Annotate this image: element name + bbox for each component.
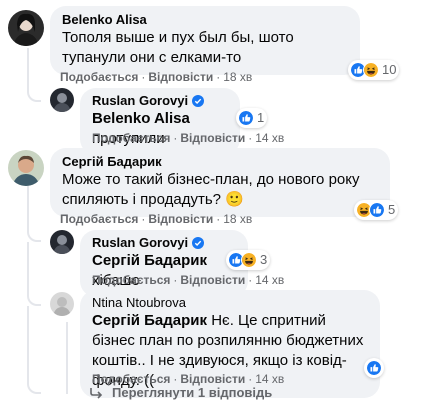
comment-time[interactable]: 18 хв <box>223 70 252 84</box>
avatar-image <box>50 88 74 112</box>
haha-icon <box>241 252 257 268</box>
thread-line <box>27 48 29 90</box>
comment-author[interactable]: Belenko Alisa <box>62 12 348 28</box>
comment-actions: Подобається · Відповісти · 14 хв <box>92 130 284 146</box>
comment-time[interactable]: 18 хв <box>223 212 252 226</box>
comment-actions: Подобається · Відповісти · 18 хв <box>60 211 252 227</box>
like-button[interactable]: Подобається <box>60 70 138 84</box>
comment-bubble: Belenko Alisa Тополя выше и пух был бы, … <box>50 6 360 75</box>
like-button[interactable]: Подобається <box>92 372 170 386</box>
avatar-image <box>50 292 74 316</box>
separator: · <box>216 212 221 226</box>
reply-button[interactable]: Відповісти <box>148 212 213 226</box>
like-icon <box>238 110 254 126</box>
separator: · <box>216 70 221 84</box>
thread-line <box>27 306 29 382</box>
author-name[interactable]: Ruslan Gorovyi <box>92 93 188 109</box>
smile-emoji-icon: 🙂 <box>225 191 244 208</box>
comment-actions: Подобається · Відповісти · 14 хв <box>92 272 284 288</box>
separator: · <box>173 131 178 145</box>
separator: · <box>173 372 178 386</box>
reply-button[interactable]: Відповісти <box>148 70 213 84</box>
avatar[interactable] <box>8 10 44 46</box>
comment-time[interactable]: 14 хв <box>255 273 284 287</box>
view-replies-label: Переглянути 1 відповідь <box>112 385 273 400</box>
comment-text: Тополя выше и пух был бы, шото тупанули … <box>62 29 294 66</box>
mention-link[interactable]: Belenko Alisa <box>92 110 190 127</box>
verified-badge-icon <box>192 237 205 249</box>
separator: · <box>141 70 146 84</box>
view-replies-link[interactable]: Переглянути 1 відповідь <box>90 385 272 400</box>
thread-line <box>66 322 68 394</box>
reaction-summary[interactable]: 10 <box>348 60 400 80</box>
like-icon <box>366 360 382 376</box>
thread-curve <box>27 228 41 242</box>
comment-author[interactable]: Ruslan Gorovyi <box>92 235 236 251</box>
separator: · <box>141 212 146 226</box>
separator: · <box>248 273 253 287</box>
comment-bubble: Сергій Бадарик Може то такий бізнес-план… <box>50 148 390 217</box>
comment-actions: Подобається · Відповісти · 18 хв <box>60 69 252 85</box>
reaction-summary[interactable]: 1 <box>236 108 268 128</box>
verified-badge-icon <box>192 95 205 107</box>
avatar[interactable] <box>50 230 74 254</box>
reaction-count: 3 <box>260 252 268 267</box>
avatar-image <box>50 230 74 254</box>
avatar[interactable] <box>50 292 74 316</box>
reaction-count: 10 <box>382 62 397 77</box>
like-button[interactable]: Подобається <box>92 273 170 287</box>
thread-curve <box>27 88 41 102</box>
author-name[interactable]: Ruslan Gorovyi <box>92 235 188 251</box>
like-button[interactable]: Подобається <box>60 212 138 226</box>
reaction-count: 1 <box>257 110 265 125</box>
haha-icon <box>363 62 379 78</box>
reaction-summary[interactable]: 3 <box>226 250 271 270</box>
thread-line <box>27 242 29 294</box>
reply-button[interactable]: Відповісти <box>180 372 245 386</box>
thread-curve <box>27 380 41 394</box>
avatar-image <box>8 150 44 186</box>
reaction-summary[interactable] <box>364 358 384 378</box>
like-button[interactable]: Подобається <box>92 131 170 145</box>
mention-link[interactable]: Сергій Бадарик <box>92 312 207 329</box>
comment-time[interactable]: 14 хв <box>255 372 284 386</box>
avatar[interactable] <box>50 88 74 112</box>
mention-link[interactable]: Сергій Бадарик <box>92 252 207 269</box>
comment-body: Може то такий бізнес-план, до нового рок… <box>62 171 360 208</box>
comment-author[interactable]: Ntina Ntoubrova <box>92 295 368 311</box>
comment-author[interactable]: Ruslan Gorovyi <box>92 93 228 109</box>
avatar[interactable] <box>8 150 44 186</box>
reaction-summary[interactable]: 5 <box>354 200 399 220</box>
comment-author[interactable]: Сергій Бадарик <box>62 154 378 170</box>
separator: · <box>173 273 178 287</box>
reaction-count: 5 <box>388 202 396 217</box>
comment-time[interactable]: 14 хв <box>255 131 284 145</box>
separator: · <box>248 372 253 386</box>
thread-curve <box>27 292 41 306</box>
comment-text: Може то такий бізнес-план, до нового рок… <box>62 170 378 210</box>
avatar-image <box>8 10 44 46</box>
separator: · <box>248 131 253 145</box>
reply-arrow-icon <box>90 387 103 399</box>
reply-button[interactable]: Відповісти <box>180 131 245 145</box>
like-icon <box>369 202 385 218</box>
reply-button[interactable]: Відповісти <box>180 273 245 287</box>
